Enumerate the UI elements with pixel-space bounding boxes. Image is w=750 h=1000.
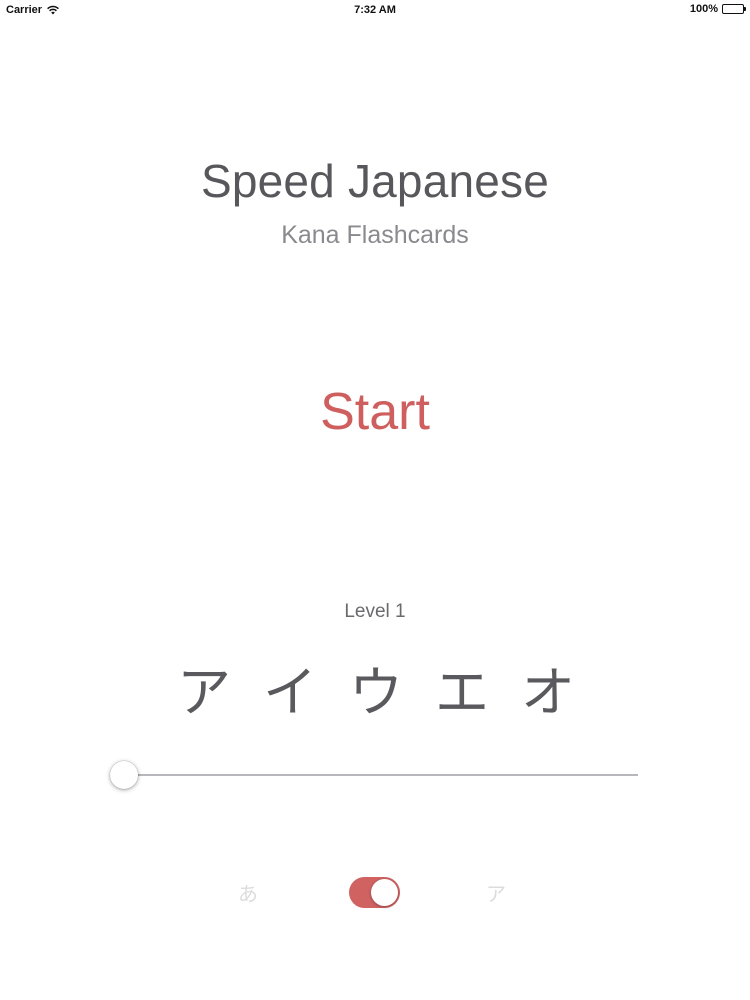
kana-char: エ [435,661,489,724]
level-label: Level 1 [344,601,406,622]
kana-preview-row: ア イ ウ エ オ [0,648,750,727]
app-title: Speed Japanese [200,155,550,207]
hiragana-label: あ [238,882,258,906]
kana-char: ア [177,661,231,724]
kana-char: イ [263,661,317,724]
app-screen: Carrier 7:32 AM 100% Speed Japanese Kana… [0,0,750,1000]
status-bar: Carrier 7:32 AM 100% [0,0,750,22]
start-button[interactable]: Start [275,380,475,444]
app-subtitle: Kana Flashcards [281,221,469,249]
status-bar-right: 100% [689,3,746,15]
battery-icon [722,4,746,14]
katakana-label: ア [486,882,506,906]
toggle-knob [371,879,398,906]
kana-mode-toggle[interactable] [349,877,400,908]
level-slider[interactable] [110,760,638,790]
kana-char: ウ [349,661,403,724]
kana-mode-toggle-row: あ ア [0,872,750,912]
slider-thumb[interactable] [110,761,138,789]
slider-track [110,774,638,776]
battery-percent: 100% [689,3,718,15]
kana-char: オ [521,661,575,724]
status-time: 7:32 AM [354,4,396,16]
